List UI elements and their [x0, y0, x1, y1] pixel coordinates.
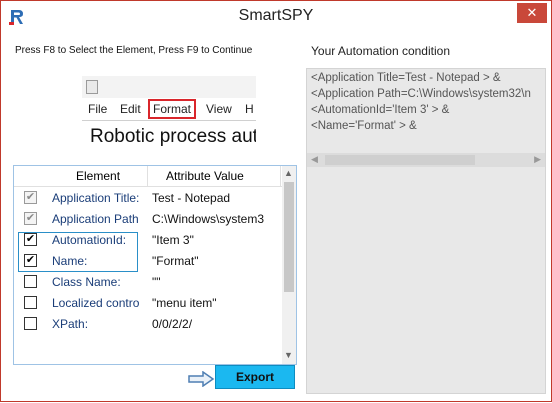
scrollbar-thumb[interactable] — [325, 155, 475, 165]
preview-document-text: Robotic process aut — [90, 126, 256, 147]
title-bar[interactable]: SmartSPY ✕ — [1, 1, 551, 31]
preview-divider — [82, 120, 256, 121]
column-divider — [280, 166, 281, 187]
scroll-right-icon[interactable]: ▶ — [534, 154, 541, 165]
smartspy-window: SmartSPY ✕ Press F8 to Select the Elemen… — [0, 0, 552, 402]
row-attribute-value: "Item 3" — [152, 233, 194, 247]
export-button[interactable]: Export — [215, 365, 295, 389]
checkbox-application-path[interactable]: ✔ — [24, 212, 37, 225]
preview-menu-view: View — [206, 102, 232, 116]
instruction-text: Press F8 to Select the Element, Press F9… — [15, 45, 253, 56]
checkbox-class-name[interactable] — [24, 275, 37, 288]
element-preview: File Edit Format View H Robotic process … — [82, 76, 256, 156]
row-attribute-value: "Format" — [152, 254, 199, 268]
table-row: ✔ Application Path C:\Windows\system3 — [14, 208, 284, 229]
window-title: SmartSPY — [238, 7, 314, 24]
row-attribute-value: 0/0/2/2/ — [152, 317, 193, 331]
table-row: Localized contro "menu item" — [14, 292, 284, 313]
condition-line: <Application Title=Test - Notepad > & — [311, 72, 501, 84]
preview-menu-bar: File Edit Format View H — [82, 98, 256, 120]
preview-toolbar — [82, 76, 256, 98]
column-header-attribute-value[interactable]: Attribute Value — [166, 169, 244, 183]
checkbox-localized-control-type[interactable] — [24, 296, 37, 309]
selected-rows-highlight — [18, 232, 138, 272]
checkbox-application-title[interactable]: ✔ — [24, 191, 37, 204]
row-attribute-value: Test - Notepad — [152, 191, 231, 205]
preview-menu-help: H — [245, 102, 254, 116]
arrow-right-icon — [188, 371, 215, 387]
column-divider — [147, 166, 148, 187]
automation-condition-textbox[interactable]: <Application Title=Test - Notepad > & <A… — [306, 68, 546, 394]
table-vertical-scrollbar[interactable]: ▲ ▼ — [282, 166, 296, 364]
table-header: Element Attribute Value — [14, 166, 284, 187]
table-row: Class Name: "" — [14, 271, 284, 292]
preview-menu-format-highlighted: Format — [148, 99, 197, 119]
scroll-up-icon[interactable]: ▲ — [284, 168, 293, 178]
row-element-name: Class Name: — [52, 275, 121, 289]
automation-condition-panel: Your Automation condition <Application T… — [301, 31, 551, 403]
element-panel: Press F8 to Select the Element, Press F9… — [1, 31, 301, 403]
row-element-name: XPath: — [52, 317, 89, 331]
row-attribute-value: "menu item" — [152, 296, 217, 310]
row-element-name: Localized contro — [52, 296, 140, 310]
checkbox-xpath[interactable] — [24, 317, 37, 330]
condition-horizontal-scrollbar[interactable]: ◀ ▶ — [307, 153, 545, 167]
column-header-element[interactable]: Element — [76, 169, 120, 183]
notepad-icon — [86, 80, 98, 94]
close-button[interactable]: ✕ — [517, 3, 547, 23]
table-row: ✔ Application Title: Test - Notepad — [14, 187, 284, 208]
row-element-name: Application Title: — [52, 191, 140, 205]
automation-condition-title: Your Automation condition — [311, 44, 450, 58]
scrollbar-thumb[interactable] — [284, 182, 294, 292]
row-attribute-value: "" — [152, 275, 161, 289]
scroll-left-icon[interactable]: ◀ — [311, 154, 318, 165]
preview-menu-edit: Edit — [120, 102, 141, 116]
row-attribute-value: C:\Windows\system3 — [152, 212, 264, 226]
table-row: XPath: 0/0/2/2/ — [14, 313, 284, 334]
row-element-name: Application Path — [52, 212, 139, 226]
scroll-down-icon[interactable]: ▼ — [284, 350, 293, 360]
preview-menu-file: File — [88, 102, 108, 116]
condition-line: <AutomationId='Item 3' > & — [311, 104, 450, 116]
condition-line: <Application Path=C:\Windows\system32\n — [311, 88, 531, 100]
attribute-table: Element Attribute Value ✔ Application Ti… — [13, 165, 297, 365]
condition-line: <Name='Format' > & — [311, 120, 417, 132]
